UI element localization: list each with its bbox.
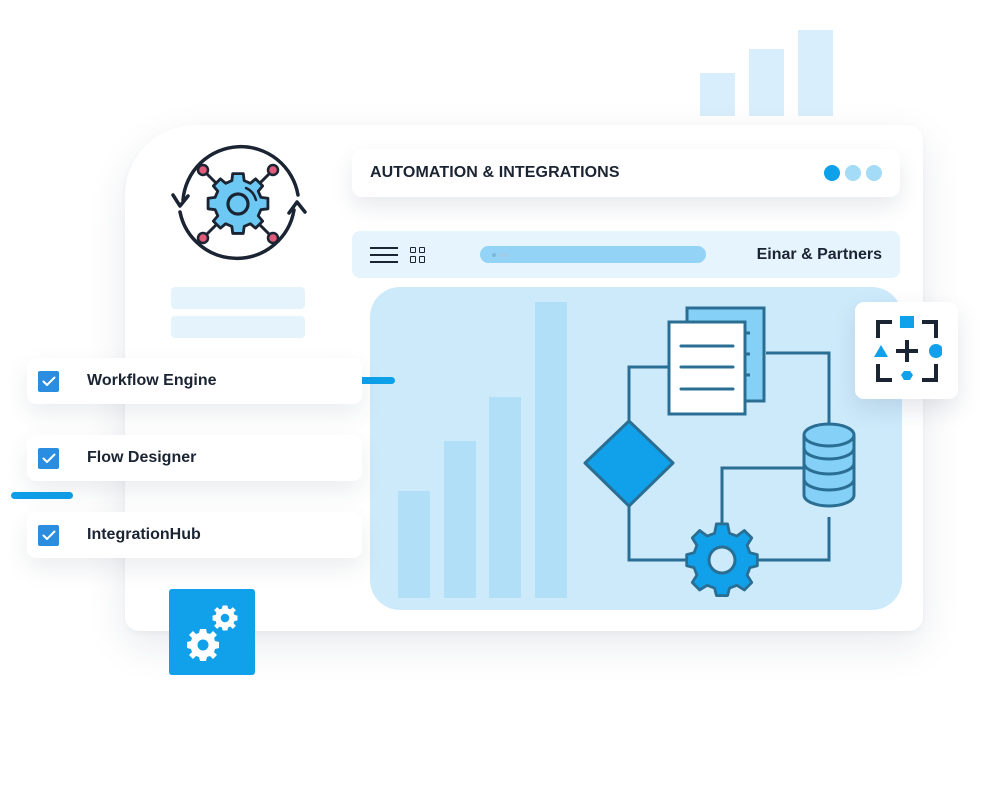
canvas-bar — [398, 491, 430, 598]
company-name: Einar & Partners — [756, 245, 882, 263]
toolbar: Einar & Partners — [352, 231, 900, 278]
window-controls — [824, 165, 882, 181]
search-input[interactable] — [480, 246, 706, 263]
connector-line — [627, 365, 670, 420]
checkmark-icon — [42, 453, 55, 463]
hamburger-icon[interactable] — [370, 246, 398, 263]
gears-tile[interactable] — [169, 589, 255, 675]
search-dot — [498, 252, 502, 257]
decorative-bar — [700, 73, 735, 116]
checkbox[interactable] — [38, 524, 59, 546]
window-control-dot[interactable] — [845, 165, 861, 181]
connector-line — [11, 492, 73, 499]
gears-icon — [187, 605, 238, 661]
canvas-bar — [444, 441, 476, 598]
title-bar: AUTOMATION & INTEGRATIONS — [352, 149, 900, 197]
shapes-card[interactable] — [855, 302, 958, 399]
document-icon — [667, 306, 766, 416]
checkbox[interactable] — [38, 370, 59, 392]
checklist-item-workflow-engine[interactable]: Workflow Engine — [27, 358, 362, 404]
decision-diamond-icon — [583, 419, 675, 508]
connector-line — [627, 505, 690, 562]
window-control-dot[interactable] — [866, 165, 882, 181]
canvas-bar — [535, 302, 567, 598]
checkmark-icon — [42, 376, 55, 386]
checklist-item-flow-designer[interactable]: Flow Designer — [27, 435, 362, 481]
checklist-label: Workflow Engine — [87, 372, 217, 389]
grid-icon[interactable] — [410, 246, 426, 263]
checkmark-icon — [42, 530, 55, 540]
decorative-bar — [798, 30, 833, 116]
placeholder-line — [171, 316, 305, 338]
connector-line — [720, 466, 804, 525]
window-title: AUTOMATION & INTEGRATIONS — [370, 164, 620, 181]
search-dot — [504, 252, 508, 257]
placeholder-line — [171, 287, 305, 309]
checklist-label: Flow Designer — [87, 449, 197, 466]
gear-icon — [685, 522, 759, 597]
flow-diagram — [583, 306, 856, 597]
connector-line — [756, 517, 831, 562]
checklist-label: IntegrationHub — [87, 526, 201, 543]
database-icon — [802, 422, 856, 508]
search-dot — [492, 252, 496, 257]
checklist-item-integrationhub[interactable]: IntegrationHub — [27, 512, 362, 558]
decorative-bar — [749, 49, 784, 116]
window-control-dot[interactable] — [824, 165, 840, 181]
canvas-bar — [489, 397, 521, 598]
automation-cycle-gear-icon — [168, 140, 308, 268]
shapes-add-icon — [873, 315, 942, 382]
connector-line — [766, 351, 831, 425]
checkbox[interactable] — [38, 447, 59, 469]
